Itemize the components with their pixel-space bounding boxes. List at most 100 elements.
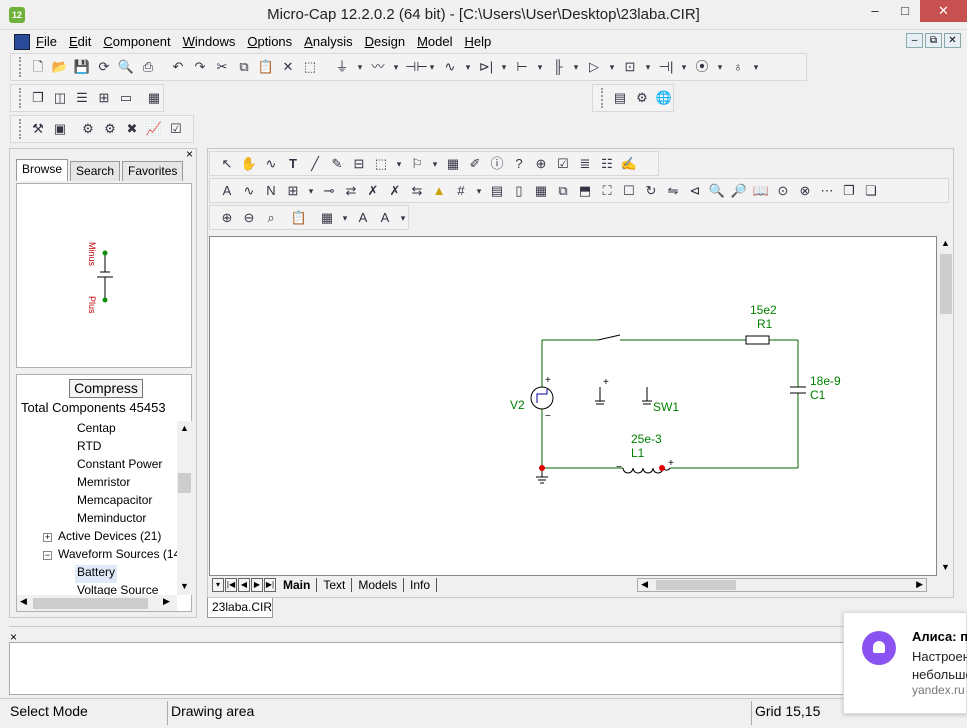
copy-icon[interactable]: ⧉ bbox=[235, 58, 253, 76]
toolbar-grip[interactable] bbox=[19, 57, 22, 77]
ungroup-icon[interactable]: ❏ bbox=[862, 182, 880, 200]
tab-text[interactable]: Text bbox=[317, 578, 353, 592]
menu-model[interactable]: Model bbox=[417, 34, 452, 49]
paste-icon[interactable]: ⧉ bbox=[554, 182, 572, 200]
menu-options[interactable]: Options bbox=[247, 34, 292, 49]
maximize-window-icon[interactable]: ▭ bbox=[117, 89, 135, 107]
scroll-left-icon[interactable]: ◀ bbox=[20, 596, 27, 607]
chevron-down-icon[interactable]: ▾ bbox=[430, 155, 440, 173]
edit-icon[interactable]: ✍ bbox=[620, 155, 638, 173]
zoom-out-icon[interactable]: ⊖ bbox=[240, 209, 258, 227]
tree-item-centap[interactable]: Centap bbox=[77, 421, 116, 439]
tree-item-constant-power[interactable]: Constant Power bbox=[77, 457, 162, 475]
notification-toast[interactable]: Алиса: п Настроен небольшо yandex.ru bbox=[843, 612, 967, 714]
open-file-icon[interactable]: 📂 bbox=[51, 58, 69, 76]
tab-browse[interactable]: Browse bbox=[16, 159, 69, 181]
panel-close-icon[interactable]: × bbox=[186, 147, 193, 161]
nav-first-icon[interactable]: |◀ bbox=[225, 578, 237, 592]
tree-horizontal-scrollbar[interactable]: ◀ ▶ bbox=[17, 595, 177, 611]
scroll-thumb[interactable] bbox=[656, 580, 737, 590]
layout-icon[interactable]: ▦ bbox=[318, 209, 336, 227]
chevron-down-icon[interactable]: ▾ bbox=[474, 182, 484, 200]
shapes-icon[interactable]: ⬚ bbox=[372, 155, 390, 173]
nav-next-icon[interactable]: ▶ bbox=[251, 578, 263, 592]
scroll-right-icon[interactable]: ▶ bbox=[163, 596, 170, 607]
schematic-horizontal-scrollbar[interactable]: ◀ ▶ bbox=[637, 578, 928, 592]
arrow-icon[interactable]: ⇄ bbox=[342, 182, 360, 200]
component-icon[interactable]: ⬒ bbox=[576, 182, 594, 200]
wire-icon[interactable]: ∿ bbox=[262, 155, 280, 173]
print-preview-icon[interactable]: 🔍 bbox=[117, 58, 135, 76]
font-icon[interactable]: A bbox=[354, 209, 372, 227]
tree-item-waveform-sources[interactable]: Waveform Sources (14 bbox=[58, 547, 177, 565]
scroll-left-icon[interactable]: ◀ bbox=[641, 579, 648, 590]
pan-icon[interactable]: ✋ bbox=[240, 155, 258, 173]
redo-icon[interactable]: ↷ bbox=[191, 58, 209, 76]
scroll-thumb[interactable] bbox=[33, 598, 148, 609]
nav-last-icon[interactable]: ▶| bbox=[264, 578, 276, 592]
menu-help[interactable]: Help bbox=[464, 34, 491, 49]
check-icon[interactable]: ☑ bbox=[167, 120, 185, 138]
scroll-down-icon[interactable]: ▼ bbox=[941, 562, 950, 572]
more-icon[interactable]: ⋯ bbox=[818, 182, 836, 200]
grid-list-icon[interactable]: ☷ bbox=[598, 155, 616, 173]
tab-main[interactable]: Main bbox=[277, 578, 318, 592]
properties-icon[interactable]: ▣ bbox=[51, 120, 69, 138]
battery-icon[interactable]: ⊣| bbox=[657, 58, 675, 76]
node-icon[interactable]: ⊕ bbox=[532, 155, 550, 173]
cut-icon[interactable]: ✂ bbox=[213, 58, 231, 76]
print-icon[interactable]: ⎙ bbox=[139, 58, 157, 76]
voltage-source-icon[interactable]: ⦿ bbox=[693, 58, 711, 76]
tree-item-memcapacitor[interactable]: Memcapacitor bbox=[77, 493, 152, 511]
scroll-up-icon[interactable]: ▲ bbox=[941, 238, 950, 248]
current-source-icon[interactable]: ⊡ bbox=[621, 58, 639, 76]
mdi-close-button[interactable]: ✕ bbox=[944, 33, 961, 48]
current-flow-icon[interactable]: ⇆ bbox=[408, 182, 426, 200]
tab-search[interactable]: Search bbox=[70, 161, 121, 181]
reload-icon[interactable]: ⟳ bbox=[95, 58, 113, 76]
drawing-area[interactable]: 15e2 R1 18e-9 C1 V2 + − + SW1 25e-3 L1 −… bbox=[209, 236, 937, 576]
probe-icon[interactable]: ✐ bbox=[466, 155, 484, 173]
maximize-button[interactable]: □ bbox=[890, 0, 920, 22]
find-replace-icon[interactable]: 🔎 bbox=[730, 182, 748, 200]
chevron-down-icon[interactable]: ▾ bbox=[306, 182, 316, 200]
chevron-down-icon[interactable]: ▾ bbox=[355, 58, 365, 76]
delete-icon[interactable]: ✕ bbox=[279, 58, 297, 76]
graph-icon[interactable]: 📈 bbox=[145, 120, 163, 138]
toolbar-grip[interactable] bbox=[19, 88, 22, 108]
chevron-down-icon[interactable]: ▾ bbox=[391, 58, 401, 76]
group-icon[interactable]: ❐ bbox=[840, 182, 858, 200]
region-icon[interactable]: ⛶ bbox=[598, 182, 616, 200]
chevron-down-icon[interactable]: ▾ bbox=[643, 58, 653, 76]
tab-info[interactable]: Info bbox=[404, 578, 438, 592]
cascade-icon[interactable]: ❐ bbox=[29, 89, 47, 107]
paste-icon[interactable]: 📋 bbox=[257, 58, 275, 76]
page-icon[interactable]: ▤ bbox=[488, 182, 506, 200]
checkbox-icon[interactable]: ☑ bbox=[554, 155, 572, 173]
new-file-icon[interactable]: 🗋 bbox=[29, 58, 47, 76]
select-mode-icon[interactable]: ↖ bbox=[218, 155, 236, 173]
list-icon[interactable]: ≣ bbox=[576, 155, 594, 173]
scroll-thumb[interactable] bbox=[178, 473, 191, 493]
globe-icon[interactable]: 🌐 bbox=[655, 89, 673, 107]
tab-favorites[interactable]: Favorites bbox=[122, 161, 184, 181]
pin-names-icon[interactable]: N bbox=[262, 182, 280, 200]
chevron-down-icon[interactable]: ▾ bbox=[427, 58, 437, 76]
mdi-minimize-button[interactable]: – bbox=[906, 33, 923, 48]
attribute-text-icon[interactable]: A bbox=[218, 182, 236, 200]
clipboard-icon[interactable]: 📋 bbox=[290, 209, 308, 227]
book-icon[interactable]: 📖 bbox=[752, 182, 770, 200]
chevron-down-icon[interactable]: ▾ bbox=[398, 209, 408, 227]
chevron-down-icon[interactable]: ▾ bbox=[679, 58, 689, 76]
tree-item-battery[interactable]: Battery bbox=[75, 565, 118, 583]
schematic-vertical-scrollbar[interactable]: ▲ ▼ bbox=[939, 236, 953, 576]
options-icon[interactable]: ⚙ bbox=[101, 120, 119, 138]
info-icon[interactable]: ⓘ bbox=[488, 155, 506, 173]
select-all-icon[interactable]: ⬚ bbox=[301, 58, 319, 76]
chevron-down-icon[interactable]: ▾ bbox=[715, 58, 725, 76]
document-icon[interactable]: ▯ bbox=[510, 182, 528, 200]
split-window-icon[interactable]: ⊞ bbox=[95, 89, 113, 107]
resistor-icon[interactable]: 〰 bbox=[369, 58, 387, 76]
menu-edit[interactable]: Edit bbox=[69, 34, 91, 49]
chevron-down-icon[interactable]: ▾ bbox=[463, 58, 473, 76]
